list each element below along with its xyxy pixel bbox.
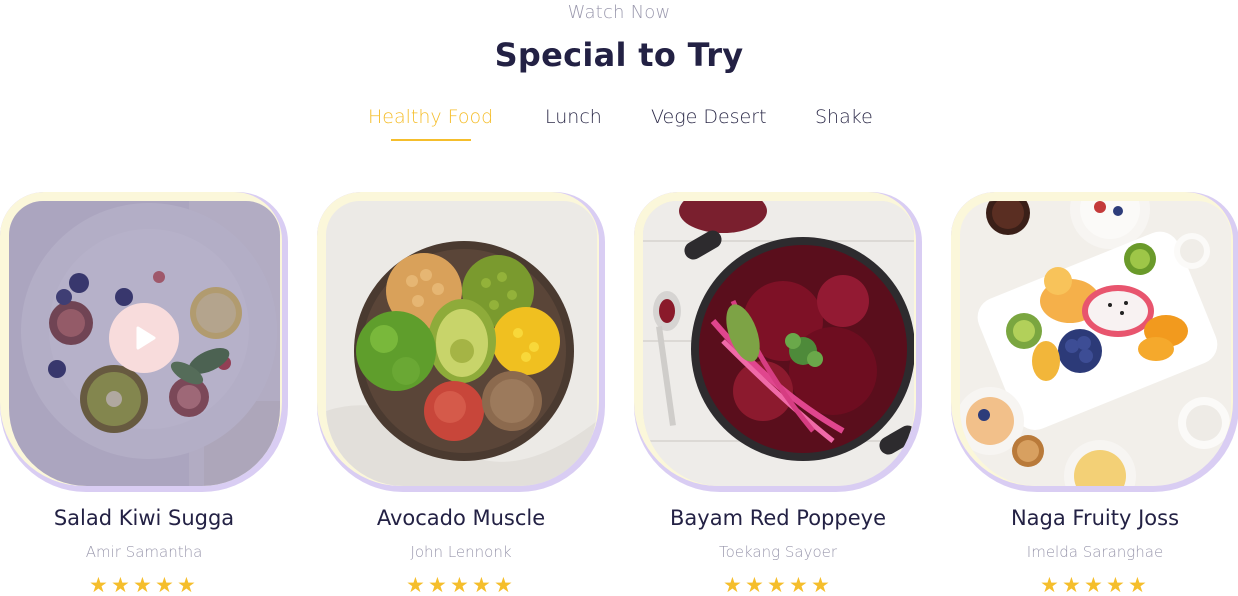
star-icon: ★	[406, 573, 429, 596]
recipe-name: Naga Fruity Joss	[1010, 506, 1180, 530]
category-tabs: Healthy Food Lunch Vege Desert Shake	[0, 106, 1238, 146]
star-icon: ★	[811, 573, 834, 596]
tab-vege-desert[interactable]: Vege Desert	[651, 106, 767, 128]
recipe-author: Amir Samantha	[85, 543, 203, 561]
card-frame	[951, 192, 1238, 492]
food-photo	[643, 201, 914, 486]
play-button[interactable]	[109, 303, 179, 373]
section-title: Special to Try	[494, 36, 744, 74]
star-icon: ★	[745, 573, 768, 596]
star-icon: ★	[472, 573, 495, 596]
recipe-card[interactable]: Bayam Red Poppeye Toekang Sayoer ★★★★★	[634, 192, 922, 596]
card-frame	[634, 192, 922, 492]
star-icon: ★	[177, 573, 200, 596]
food-photo	[9, 201, 280, 486]
recipe-name: Salad Kiwi Sugga	[53, 506, 235, 530]
food-photo	[960, 201, 1231, 486]
star-rating: ★★★★★	[634, 573, 922, 596]
card-frame	[0, 192, 288, 492]
star-icon: ★	[1040, 573, 1063, 596]
star-icon: ★	[1084, 573, 1107, 596]
star-rating: ★★★★★	[317, 573, 605, 596]
recipe-author: Toekang Sayoer	[718, 543, 838, 561]
card-frame	[317, 192, 605, 492]
star-rating: ★★★★★	[0, 573, 288, 596]
star-icon: ★	[155, 573, 178, 596]
star-icon: ★	[494, 573, 517, 596]
star-icon: ★	[1128, 573, 1151, 596]
recipe-name: Avocado Muscle	[376, 506, 546, 530]
star-icon: ★	[1106, 573, 1129, 596]
star-rating: ★★★★★	[951, 573, 1238, 596]
recipe-card[interactable]: Salad Kiwi Sugga Amir Samantha ★★★★★	[0, 192, 288, 596]
tab-healthy-food[interactable]: Healthy Food	[368, 106, 493, 128]
recipe-card[interactable]: Avocado Muscle John Lennonk ★★★★★	[317, 192, 605, 596]
recipe-author: Imelda Saranghae	[1026, 543, 1164, 561]
tab-shake[interactable]: Shake	[815, 106, 873, 128]
star-icon: ★	[767, 573, 790, 596]
star-icon: ★	[111, 573, 134, 596]
recipe-card[interactable]: Naga Fruity Joss Imelda Saranghae ★★★★★	[951, 192, 1238, 596]
play-icon	[136, 326, 156, 350]
tab-lunch[interactable]: Lunch	[545, 106, 602, 128]
star-icon: ★	[428, 573, 451, 596]
star-icon: ★	[89, 573, 112, 596]
food-photo	[326, 201, 597, 486]
eyebrow-text: Watch Now	[567, 2, 671, 23]
star-icon: ★	[1062, 573, 1085, 596]
star-icon: ★	[450, 573, 473, 596]
recipe-author: John Lennonk	[410, 543, 512, 561]
star-icon: ★	[723, 573, 746, 596]
star-icon: ★	[789, 573, 812, 596]
recipe-name: Bayam Red Poppeye	[670, 506, 886, 530]
active-tab-indicator	[391, 139, 471, 141]
star-icon: ★	[133, 573, 156, 596]
